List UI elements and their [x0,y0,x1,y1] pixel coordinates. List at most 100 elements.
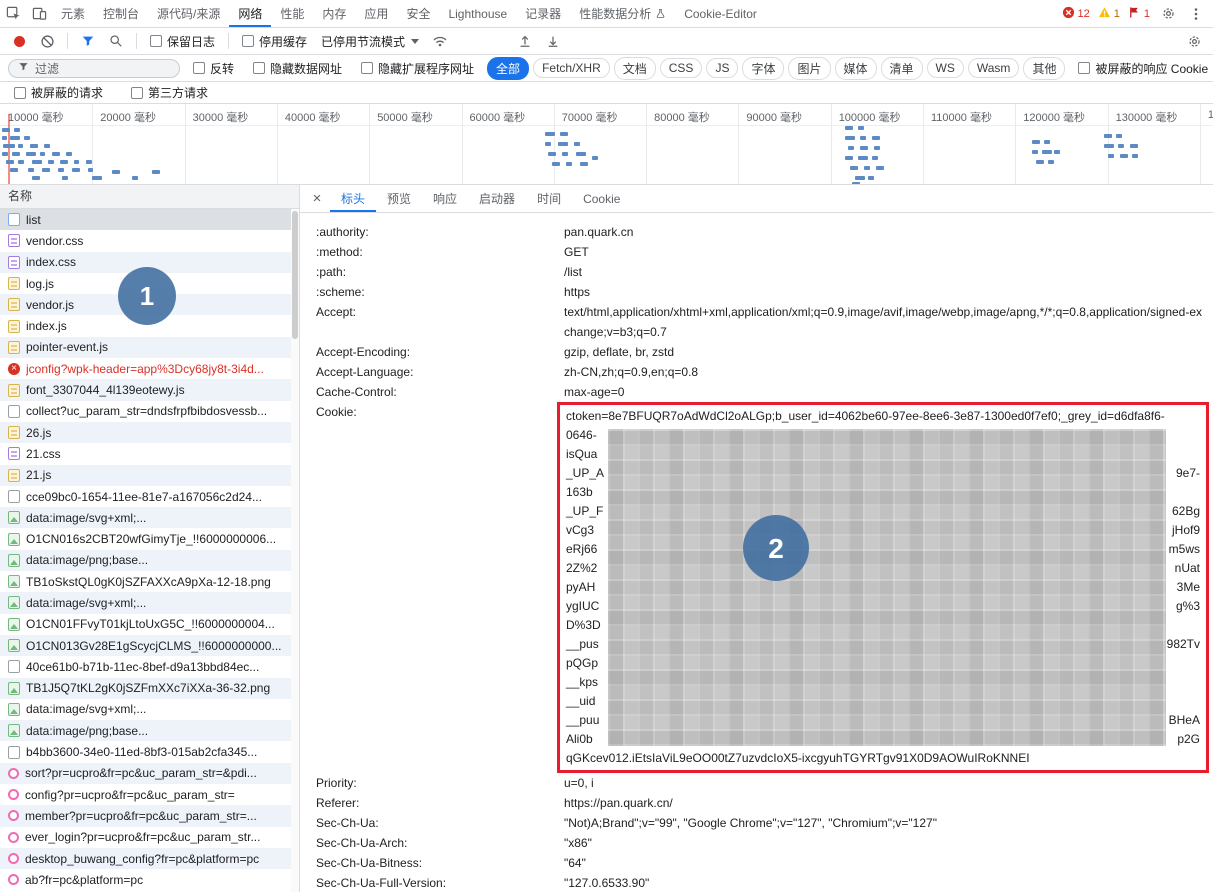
request-row[interactable]: pointer-event.js [0,336,299,359]
cookie-value-redacted-box: ctoken=8e7BFUQR7oAdWdCl2oALGp;b_user_id=… [557,402,1209,773]
devtools-tab[interactable]: 元素 [52,0,94,27]
waterfall-activity-dash [560,132,568,136]
issues-badge[interactable]: 1 [1125,6,1153,22]
devtools-tab[interactable]: 记录器 [516,0,570,27]
filter-pill[interactable]: CSS [659,58,703,78]
filter-pill[interactable]: Wasm [967,58,1020,78]
preserve-log-checkbox[interactable]: 保留日志 [150,33,215,50]
filter-pill[interactable]: JS [706,58,739,78]
filter-pill[interactable]: WS [926,58,964,78]
request-row[interactable]: O1CN013Gv28E1gScycjCLMS_!!6000000000... [0,634,299,657]
request-row[interactable]: list [0,209,299,231]
request-row[interactable]: desktop_buwang_config?fr=pc&platform=pc [0,847,299,870]
request-row[interactable]: vendor.css [0,230,299,251]
header-name: Sec-Ch-Ua-Full-Version: [316,876,447,890]
third-party-requests-checkbox[interactable]: 第三方请求 [131,84,208,101]
js-file-icon [8,468,20,482]
request-row[interactable]: collect?uc_param_str=dndsfrpfbibdosvessb… [0,401,299,422]
request-row[interactable]: O1CN016s2CBT20wfGimyTje_!!6000000006... [0,528,299,549]
request-row[interactable]: ab?fr=pc&platform=pc [0,869,299,890]
timeline-tick-label: 50000 毫秒 [377,112,433,124]
request-row[interactable]: data:image/svg+xml;... [0,699,299,720]
network-settings-button[interactable] [1181,34,1207,49]
detail-tab[interactable]: 启动器 [468,185,526,212]
request-row[interactable]: 21.css [0,443,299,464]
console-warnings-badge[interactable]: 1 [1095,6,1123,22]
detail-tab[interactable]: Cookie [572,185,631,212]
record-network-log-button[interactable] [6,35,32,47]
filter-pill[interactable]: 其他 [1023,56,1066,80]
request-row[interactable]: 26.js [0,421,299,444]
hide-data-urls-checkbox[interactable]: 隐藏数据网址 [253,60,342,77]
disable-cache-checkbox[interactable]: 停用缓存 [242,33,307,50]
import-har-button[interactable] [512,34,538,48]
filter-toggle-button[interactable] [75,34,101,48]
request-list-scrollbar[interactable] [291,209,299,892]
request-row[interactable]: data:image/svg+xml;... [0,507,299,529]
more-options-button[interactable] [1183,7,1209,21]
devtools-tab[interactable]: 应用 [355,0,397,27]
filter-pill[interactable]: Fetch/XHR [533,58,610,78]
invert-filter-checkbox[interactable]: 反转 [193,60,234,77]
request-name: O1CN013Gv28E1gScycjCLMS_!!6000000000... [26,638,282,653]
detail-tab[interactable]: 时间 [526,185,572,212]
request-row[interactable]: jconfig?wpk-header=app%3Dcy68jy8t-3i4d..… [0,358,299,379]
request-row[interactable]: O1CN01FFvyT01kjLtoUxG5C_!!6000000004... [0,614,299,635]
request-row[interactable]: 40ce61b0-b71b-11ec-8bef-d9a13bbd84ec... [0,656,299,677]
detail-tab[interactable]: 标头 [330,185,376,212]
timeline-gridline [830,104,832,184]
request-row[interactable]: member?pr=ucpro&fr=pc&uc_param_str=... [0,805,299,827]
detail-tab[interactable]: 预览 [376,185,422,212]
devtools-tab[interactable]: 性能 [271,0,313,27]
devtools-tab[interactable]: Lighthouse [439,0,516,27]
request-row[interactable]: data:image/png;base... [0,549,299,572]
devtools-tab[interactable]: Cookie-Editor [675,0,766,27]
devtools-window: 元素 控制台 源代码/来源 网络 性能 内存 应用 安全 Lighthouse 记录器 性能数据分析… [0,0,1213,892]
scrollbar-thumb[interactable] [292,211,298,339]
tab-label: Cookie-Editor [684,6,757,21]
devtools-tab[interactable]: 网络 [229,0,271,27]
devtools-tab[interactable]: 性能数据分析 [570,0,675,27]
filter-pill[interactable]: 全部 [487,56,530,80]
request-row[interactable]: cce09bc0-1654-11ee-81e7-a167056c2d24... [0,486,299,507]
request-row[interactable]: sort?pr=ucpro&fr=pc&uc_param_str=&pdi... [0,762,299,785]
request-row[interactable]: TB1J5Q7tKL2gK0jSZFmXXc7iXXa-36-32.png [0,677,299,699]
request-row[interactable]: TB1oSkstQL0gK0jSZFAXXcA9pXa-12-18.png [0,571,299,592]
close-detail-button[interactable]: × [304,185,330,212]
throttling-dropdown[interactable]: 已停用节流模式 [321,33,420,50]
request-row[interactable]: 21.js [0,464,299,486]
hide-extension-urls-checkbox[interactable]: 隐藏扩展程序网址 [361,60,474,77]
device-toolbar-button[interactable] [26,0,52,27]
export-har-button[interactable] [540,34,566,48]
search-button[interactable] [103,34,129,48]
request-row[interactable]: ever_login?pr=ucpro&fr=pc&uc_param_str..… [0,827,299,848]
inspect-element-button[interactable] [0,0,26,27]
devtools-tab[interactable]: 安全 [397,0,439,27]
network-conditions-button[interactable] [427,34,453,48]
network-overview-timeline[interactable]: 10000 毫秒 20000 毫秒 30000 毫秒 40000 毫秒 50000 毫秒… [0,104,1213,185]
blocked-requests-checkbox[interactable]: 被屏蔽的请求 [14,84,103,101]
devtools-tab[interactable]: 内存 [313,0,355,27]
filter-pill[interactable]: 清单 [880,56,923,80]
funnel-icon [18,61,29,75]
filter-pill[interactable]: 字体 [742,56,785,80]
request-row[interactable]: data:image/png;base... [0,720,299,742]
blocked-response-cookies-checkbox[interactable]: 被屏蔽的响应 Cookie [1078,60,1208,77]
devtools-tab[interactable]: 源代码/来源 [148,0,229,27]
name-column-header[interactable]: 名称 [0,185,299,209]
settings-button[interactable] [1155,6,1181,21]
filter-input[interactable]: 过滤 [8,58,180,78]
detail-tab[interactable]: 响应 [422,185,468,212]
request-row[interactable]: font_3307044_4l139eotewy.js [0,379,299,401]
request-name: data:image/png;base... [26,553,149,568]
console-errors-badge[interactable]: 12 [1059,6,1093,22]
filter-pill[interactable]: 图片 [788,56,831,80]
clear-network-log-button[interactable] [34,34,60,49]
waterfall-activity-dash [60,160,68,164]
request-row[interactable]: data:image/svg+xml;... [0,592,299,614]
devtools-tab[interactable]: 控制台 [94,0,148,27]
request-row[interactable]: config?pr=ucpro&fr=pc&uc_param_str= [0,784,299,805]
request-row[interactable]: b4bb3600-34e0-11ed-8bf3-015ab2cfa345... [0,741,299,762]
filter-pill[interactable]: 文档 [613,56,656,80]
filter-pill[interactable]: 媒体 [834,56,877,80]
